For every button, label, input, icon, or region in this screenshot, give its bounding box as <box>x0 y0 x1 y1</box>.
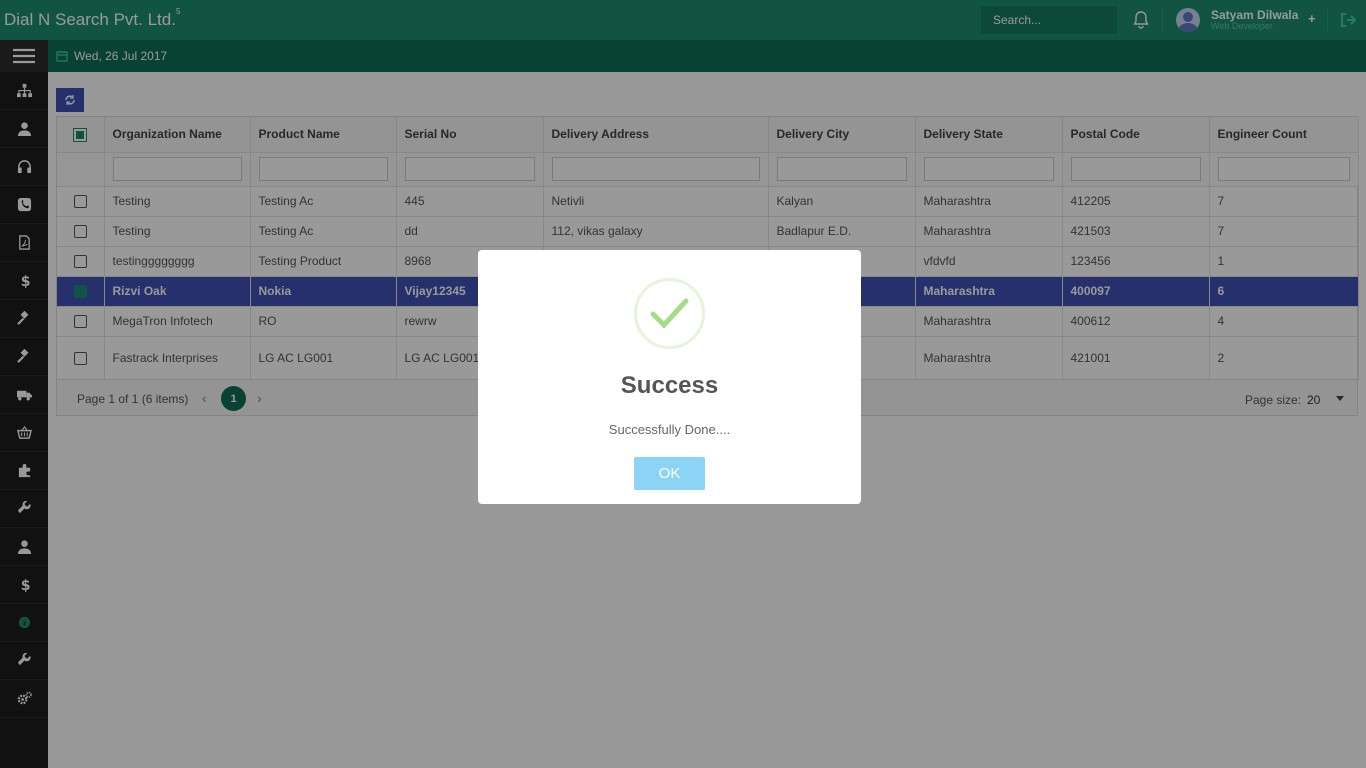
ok-button[interactable]: OK <box>634 457 705 490</box>
success-dialog: Success Successfully Done.... OK <box>478 250 861 504</box>
dialog-title: Success <box>620 372 719 399</box>
success-check-icon <box>634 278 705 349</box>
dialog-message: Successfully Done.... <box>608 422 731 437</box>
